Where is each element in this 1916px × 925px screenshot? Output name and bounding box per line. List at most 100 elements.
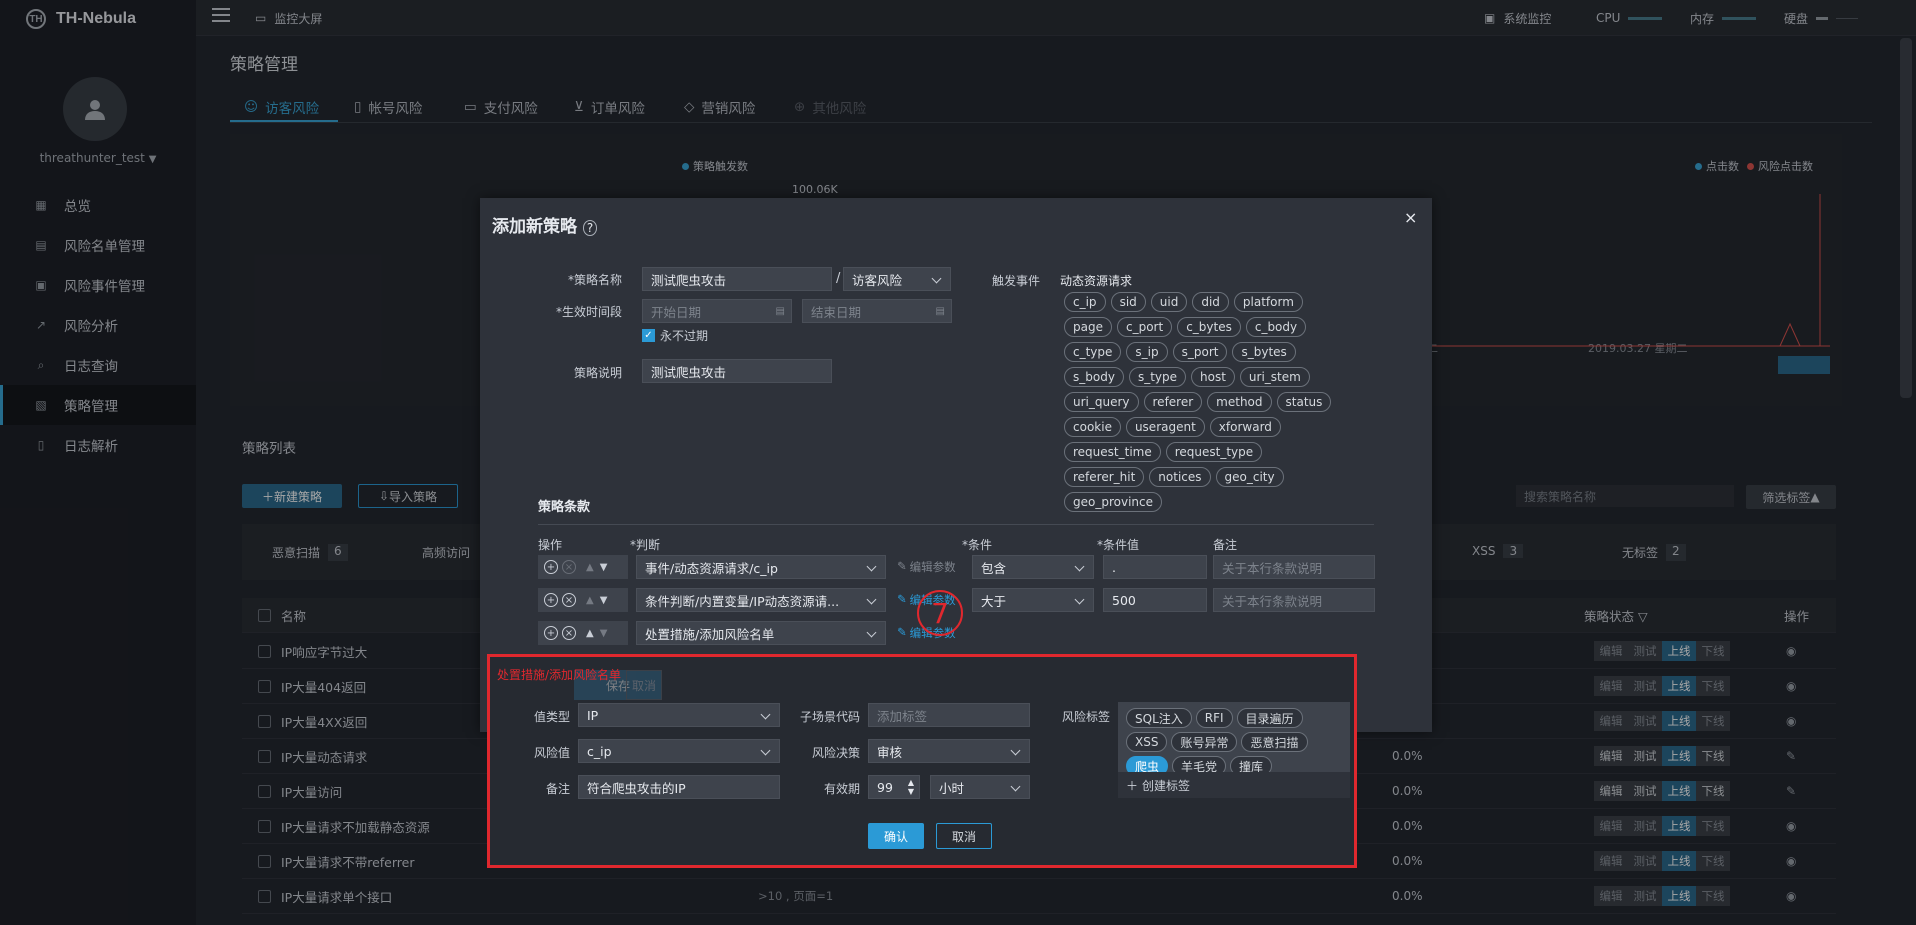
field-chip[interactable]: s_port bbox=[1172, 342, 1228, 362]
field-chip[interactable]: c_type bbox=[1064, 342, 1122, 362]
confirm-button[interactable]: 确认 bbox=[868, 823, 924, 849]
field-chip[interactable]: cookie bbox=[1064, 417, 1121, 437]
add-clause-icon[interactable]: + bbox=[544, 593, 558, 607]
clause-judge-select[interactable]: 条件判断/内置变量/IP动态资源请... bbox=[636, 588, 886, 612]
risk-value-label: 风险值 bbox=[533, 746, 570, 760]
field-chip[interactable]: sid bbox=[1110, 292, 1146, 312]
field-chip[interactable]: referer_hit bbox=[1064, 467, 1145, 487]
field-chip[interactable]: request_type bbox=[1165, 442, 1263, 462]
ttl-unit-select[interactable]: 小时 bbox=[930, 775, 1030, 799]
modal-title: 添加新策略 ? bbox=[492, 212, 598, 237]
risk-tag-chip[interactable]: XSS bbox=[1126, 732, 1168, 752]
field-chip[interactable]: method bbox=[1207, 392, 1272, 412]
move-up-icon[interactable]: ▲ bbox=[586, 595, 594, 606]
calendar-icon: ▤ bbox=[775, 305, 785, 317]
add-clause-icon[interactable]: + bbox=[544, 560, 558, 574]
risk-tag-chip[interactable]: RFI bbox=[1195, 708, 1233, 728]
step-annotation: 7 bbox=[917, 590, 963, 636]
note-label: 备注 bbox=[545, 782, 570, 796]
stepper-icon: ▲ ▼ bbox=[907, 778, 914, 796]
clause-value-input[interactable]: 500 bbox=[1103, 588, 1207, 612]
field-chip[interactable]: geo_province bbox=[1064, 492, 1162, 512]
clause-note-input[interactable]: 关于本行条款说明 bbox=[1213, 588, 1375, 612]
remove-clause-icon[interactable]: × bbox=[562, 626, 576, 640]
desc-input[interactable]: 测试爬虫攻击 bbox=[642, 359, 832, 383]
add-clause-icon[interactable]: + bbox=[544, 626, 558, 640]
ttl-input[interactable]: 99 ▲ ▼ bbox=[868, 775, 920, 799]
field-chip[interactable]: status bbox=[1276, 392, 1332, 412]
policy-category-select[interactable]: 访客风险 bbox=[843, 267, 951, 291]
decision-select[interactable]: 审核 bbox=[868, 739, 1030, 763]
trigger-label: 触发事件 bbox=[992, 274, 1041, 288]
move-up-icon[interactable]: ▲ bbox=[586, 562, 594, 573]
field-chip[interactable]: did bbox=[1192, 292, 1229, 312]
policy-name-input[interactable]: 测试爬虫攻击 bbox=[642, 267, 832, 291]
risk-tag-label: 风险标签 bbox=[1061, 710, 1110, 724]
field-chip[interactable]: xforward bbox=[1209, 417, 1281, 437]
never-expire-checkbox[interactable]: ✓ 永不过期 bbox=[642, 327, 708, 344]
clause-judge-select[interactable]: 事件/动态资源请求/c_ip bbox=[636, 555, 886, 579]
field-chip[interactable]: c_body bbox=[1245, 317, 1307, 337]
field-chip[interactable]: notices bbox=[1149, 467, 1211, 487]
policy-name-label: *策略名称 bbox=[567, 273, 622, 287]
start-date-input[interactable]: 开始日期 ▤ bbox=[642, 299, 792, 323]
field-chip[interactable]: platform bbox=[1233, 292, 1303, 312]
risk-value-select[interactable]: c_ip bbox=[578, 739, 780, 763]
clause-cond-select[interactable]: 大于 bbox=[972, 588, 1094, 612]
field-chip[interactable]: s_bytes bbox=[1232, 342, 1296, 362]
pencil-icon: ✎ bbox=[897, 592, 907, 606]
calendar-icon: ▤ bbox=[935, 305, 945, 317]
risk-tag-chip[interactable]: 账号异常 bbox=[1171, 732, 1238, 752]
remove-clause-icon[interactable]: × bbox=[562, 560, 576, 574]
field-chip[interactable]: geo_city bbox=[1215, 467, 1284, 487]
field-chip[interactable]: host bbox=[1191, 367, 1235, 387]
cancel-button[interactable]: 取消 bbox=[936, 823, 992, 849]
field-chip[interactable]: request_time bbox=[1064, 442, 1161, 462]
field-chip[interactable]: uri_query bbox=[1064, 392, 1139, 412]
clause-col-cond: *条件 bbox=[962, 538, 993, 552]
edit-params-label: 编辑参数 bbox=[909, 560, 956, 574]
field-chip[interactable]: c_ip bbox=[1064, 292, 1106, 312]
field-chip[interactable]: c_bytes bbox=[1177, 317, 1241, 337]
clause-title: 策略条款 bbox=[538, 500, 591, 515]
clause-judge-select[interactable]: 处置措施/添加风险名单 bbox=[636, 621, 886, 645]
field-chip[interactable]: s_body bbox=[1064, 367, 1124, 387]
clause-col-note: 备注 bbox=[1213, 538, 1238, 552]
field-chip[interactable]: s_type bbox=[1128, 367, 1186, 387]
edit-params-link[interactable]: ✎ 编辑参数 bbox=[897, 559, 956, 575]
plus-icon: ＋ bbox=[1126, 778, 1139, 793]
clause-cond-select[interactable]: 包含 bbox=[972, 555, 1094, 579]
clause-col-val: *条件值 bbox=[1097, 538, 1140, 552]
move-down-icon[interactable]: ▼ bbox=[600, 562, 608, 573]
field-chip[interactable]: page bbox=[1064, 317, 1112, 337]
note-input[interactable]: 符合爬虫攻击的IP bbox=[578, 775, 780, 799]
risk-tag-chip[interactable]: 恶意扫描 bbox=[1241, 732, 1308, 752]
field-chip[interactable]: uri_stem bbox=[1239, 367, 1310, 387]
clause-controls: + × ▲ ▼ bbox=[538, 588, 628, 612]
pencil-icon: ✎ bbox=[897, 625, 907, 639]
time-label: *生效时间段 bbox=[555, 305, 622, 319]
close-icon[interactable]: × bbox=[1404, 208, 1417, 227]
risk-tag-chip[interactable]: 目录遍历 bbox=[1236, 708, 1303, 728]
pencil-icon: ✎ bbox=[897, 559, 907, 573]
clause-value-input[interactable]: . bbox=[1103, 555, 1207, 579]
slash: / bbox=[836, 271, 841, 286]
risk-tag-chip[interactable]: SQL注入 bbox=[1126, 708, 1192, 728]
end-date-input[interactable]: 结束日期 ▤ bbox=[802, 299, 952, 323]
check-icon: ✓ bbox=[642, 329, 655, 342]
value-type-select[interactable]: IP bbox=[578, 703, 780, 727]
remove-clause-icon[interactable]: × bbox=[562, 593, 576, 607]
scene-input[interactable]: 添加标签 bbox=[868, 703, 1030, 727]
move-down-icon[interactable]: ▼ bbox=[600, 628, 608, 639]
field-chip[interactable]: referer bbox=[1143, 392, 1203, 412]
field-chip[interactable]: useragent bbox=[1125, 417, 1205, 437]
create-tag-button[interactable]: ＋创建标签 bbox=[1118, 772, 1350, 798]
move-up-icon[interactable]: ▲ bbox=[586, 628, 594, 639]
field-chip[interactable]: c_port bbox=[1116, 317, 1173, 337]
field-chip[interactable]: s_ip bbox=[1126, 342, 1168, 362]
move-down-icon[interactable]: ▼ bbox=[600, 595, 608, 606]
ttl-label: 有效期 bbox=[823, 782, 860, 796]
field-chip[interactable]: uid bbox=[1150, 292, 1188, 312]
value-type-label: 值类型 bbox=[533, 710, 570, 724]
clause-note-input[interactable]: 关于本行条款说明 bbox=[1213, 555, 1375, 579]
